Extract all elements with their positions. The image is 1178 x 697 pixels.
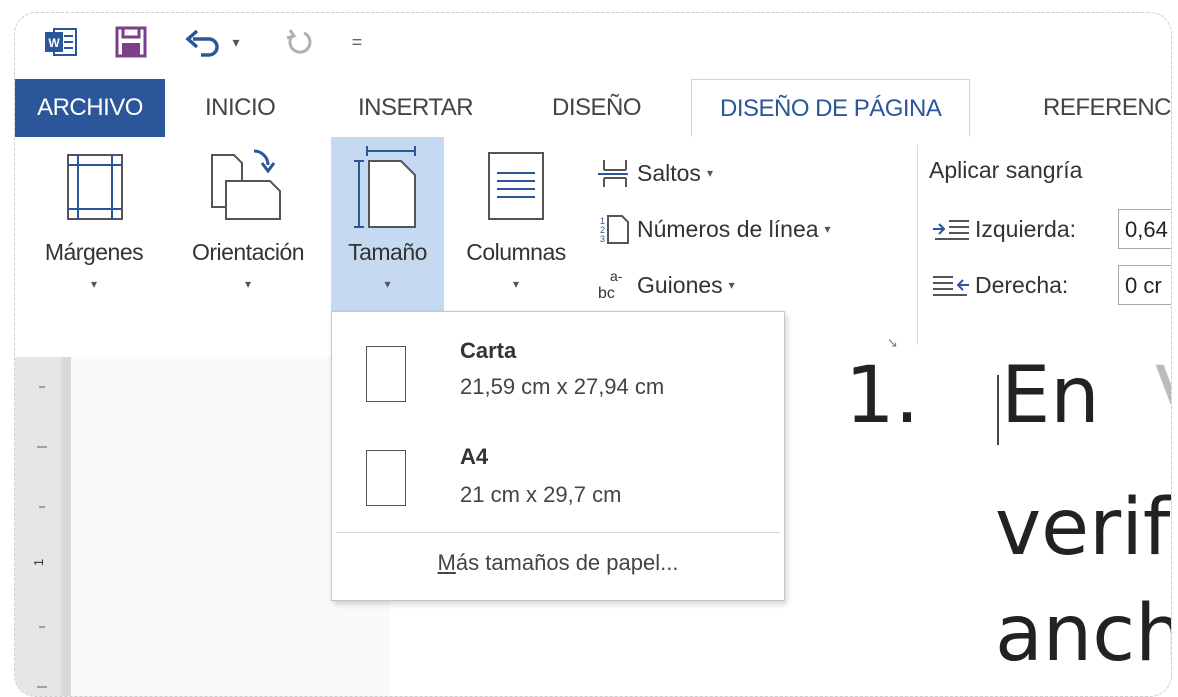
margins-caret: ▾ <box>90 277 98 291</box>
indent-left-input[interactable]: 0,64 <box>1118 209 1171 249</box>
customize-qat-icon[interactable]: = <box>345 25 369 59</box>
line-numbers-label: Números de línea <box>637 215 819 242</box>
document-line-2: verif <box>995 483 1171 573</box>
word-window: W ▾ = ARCHIVO INICIO INSERTAR DISEÑO DIS… <box>14 12 1172 697</box>
columns-caret: ▾ <box>512 277 520 291</box>
indent-left-icon <box>929 217 973 241</box>
paper-size-dropdown: Carta 21,59 cm x 27,94 cm A4 21 cm x 29,… <box>331 311 785 601</box>
tab-archivo[interactable]: ARCHIVO <box>15 79 165 137</box>
undo-dropdown-caret[interactable]: ▾ <box>227 25 245 59</box>
orientation-label: Orientación <box>191 239 305 265</box>
indent-right-input[interactable]: 0 cr <box>1118 265 1171 305</box>
group-separator <box>917 145 918 345</box>
paper-size-option-carta[interactable]: Carta 21,59 cm x 27,94 cm <box>332 318 784 424</box>
page-setup-launcher-icon[interactable]: ↘ <box>887 335 898 351</box>
tab-insertar[interactable]: INSERTAR <box>358 79 474 137</box>
paper-size-name: A4 <box>460 444 489 469</box>
paper-icon <box>366 346 406 402</box>
columns-button[interactable]: Columnas ▾ <box>449 137 583 312</box>
vertical-ruler: 1 <box>15 357 61 696</box>
orientation-icon <box>211 149 281 220</box>
columns-label: Columnas <box>466 239 566 265</box>
size-caret: ▾ <box>384 277 391 291</box>
tab-referencias[interactable]: REFERENC <box>1043 79 1171 137</box>
tab-diseno[interactable]: DISEÑO <box>552 79 642 137</box>
orientation-caret: ▾ <box>244 277 252 291</box>
breaks-label: Saltos <box>637 159 701 186</box>
breaks-caret: ▾ <box>706 166 713 180</box>
line-numbers-caret: ▾ <box>824 222 831 236</box>
indent-left-label: Izquierda: <box>975 215 1077 242</box>
paper-size-dimensions: 21,59 cm x 27,94 cm <box>460 374 665 399</box>
more-paper-sizes-link[interactable]: Más tamaños de papel... <box>332 550 784 576</box>
size-icon <box>354 146 416 228</box>
hyphenation-caret: ▾ <box>728 278 735 292</box>
paper-size-name: Carta <box>460 338 517 363</box>
ribbon-tabs: ARCHIVO INICIO INSERTAR DISEÑO DISEÑO DE… <box>15 79 1171 138</box>
indent-left-row: Izquierda: <box>929 209 1076 249</box>
hyphenation-icon: a- bc <box>593 268 633 302</box>
undo-icon[interactable] <box>181 25 225 59</box>
hyphenation-label: Guiones <box>637 271 723 298</box>
document-line-1-partial: V <box>1155 351 1171 441</box>
quick-access-toolbar: W ▾ = <box>15 13 1171 79</box>
svg-text:3: 3 <box>600 234 605 244</box>
ruler-label-1: 1 <box>31 558 47 567</box>
margins-label: Márgenes <box>44 239 144 265</box>
line-numbers-icon: 1 2 3 <box>593 213 633 245</box>
paper-icon <box>366 450 406 506</box>
line-numbers-button[interactable]: 1 2 3 Números de línea ▾ <box>593 209 831 249</box>
svg-text:W: W <box>48 36 60 50</box>
more-paper-sizes-accesskey: M <box>437 550 456 575</box>
list-number: 1. <box>845 351 920 441</box>
more-paper-sizes-label: ás tamaños de papel... <box>455 550 679 575</box>
breaks-button[interactable]: Saltos ▾ <box>593 153 713 193</box>
margins-button[interactable]: Márgenes ▾ <box>31 137 157 312</box>
ruler-ticks <box>37 386 47 688</box>
paper-size-option-a4[interactable]: A4 21 cm x 29,7 cm <box>332 426 784 532</box>
word-app-icon[interactable]: W <box>43 25 79 59</box>
svg-text:a-: a- <box>610 268 623 284</box>
hyphenation-button[interactable]: a- bc Guiones ▾ <box>593 265 735 305</box>
document-line-3: anch <box>995 589 1172 679</box>
size-button[interactable]: Tamaño ▾ <box>331 137 444 312</box>
indent-right-label: Derecha: <box>975 271 1069 298</box>
tab-inicio[interactable]: INICIO <box>205 79 276 137</box>
indent-right-row: Derecha: <box>929 265 1068 305</box>
document-line-1: En <box>1001 351 1100 441</box>
margins-icon <box>67 154 123 220</box>
orientation-button[interactable]: Orientación ▾ <box>170 137 326 312</box>
indent-group-title: Aplicar sangría <box>929 157 1083 183</box>
indent-right-icon <box>929 273 973 297</box>
columns-icon <box>488 152 544 220</box>
breaks-icon <box>593 158 633 188</box>
tab-diseno-de-pagina[interactable]: DISEÑO DE PÁGINA <box>691 79 971 137</box>
redo-icon[interactable] <box>279 25 319 59</box>
paper-size-dimensions: 21 cm x 29,7 cm <box>460 482 622 507</box>
text-cursor <box>997 375 999 445</box>
svg-text:bc: bc <box>598 285 615 302</box>
size-label: Tamaño <box>348 239 427 265</box>
dropdown-separator <box>336 532 780 533</box>
save-icon[interactable] <box>111 25 151 59</box>
